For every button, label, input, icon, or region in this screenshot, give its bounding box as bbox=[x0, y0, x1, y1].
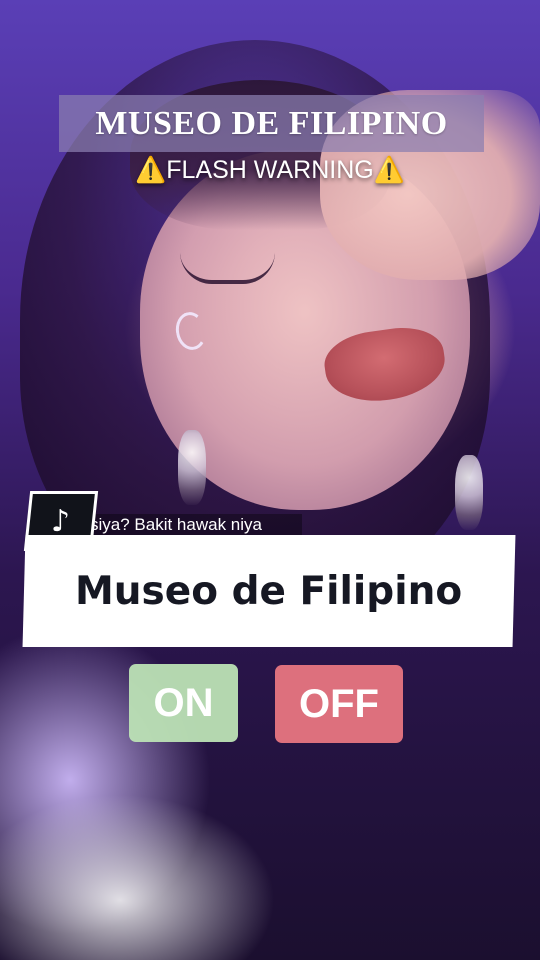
title-text: MUSEO DE FILIPINO bbox=[95, 104, 448, 142]
name-card-text: Museo de Filipino bbox=[75, 568, 463, 614]
caption-text: siya? Bakit hawak niya bbox=[90, 515, 262, 534]
on-button[interactable]: ON bbox=[129, 664, 238, 742]
off-button[interactable]: OFF bbox=[275, 665, 403, 743]
video-frame: MUSEO DE FILIPINO ⚠️FLASH WARNING⚠️ siya… bbox=[0, 0, 540, 960]
flash-warning: ⚠️FLASH WARNING⚠️ bbox=[135, 156, 405, 184]
earring-right bbox=[455, 455, 483, 530]
earring-left bbox=[178, 430, 206, 505]
music-note-glyph: ♪ bbox=[51, 503, 71, 539]
title-banner: MUSEO DE FILIPINO bbox=[59, 95, 484, 152]
name-card: Museo de Filipino bbox=[22, 535, 516, 647]
